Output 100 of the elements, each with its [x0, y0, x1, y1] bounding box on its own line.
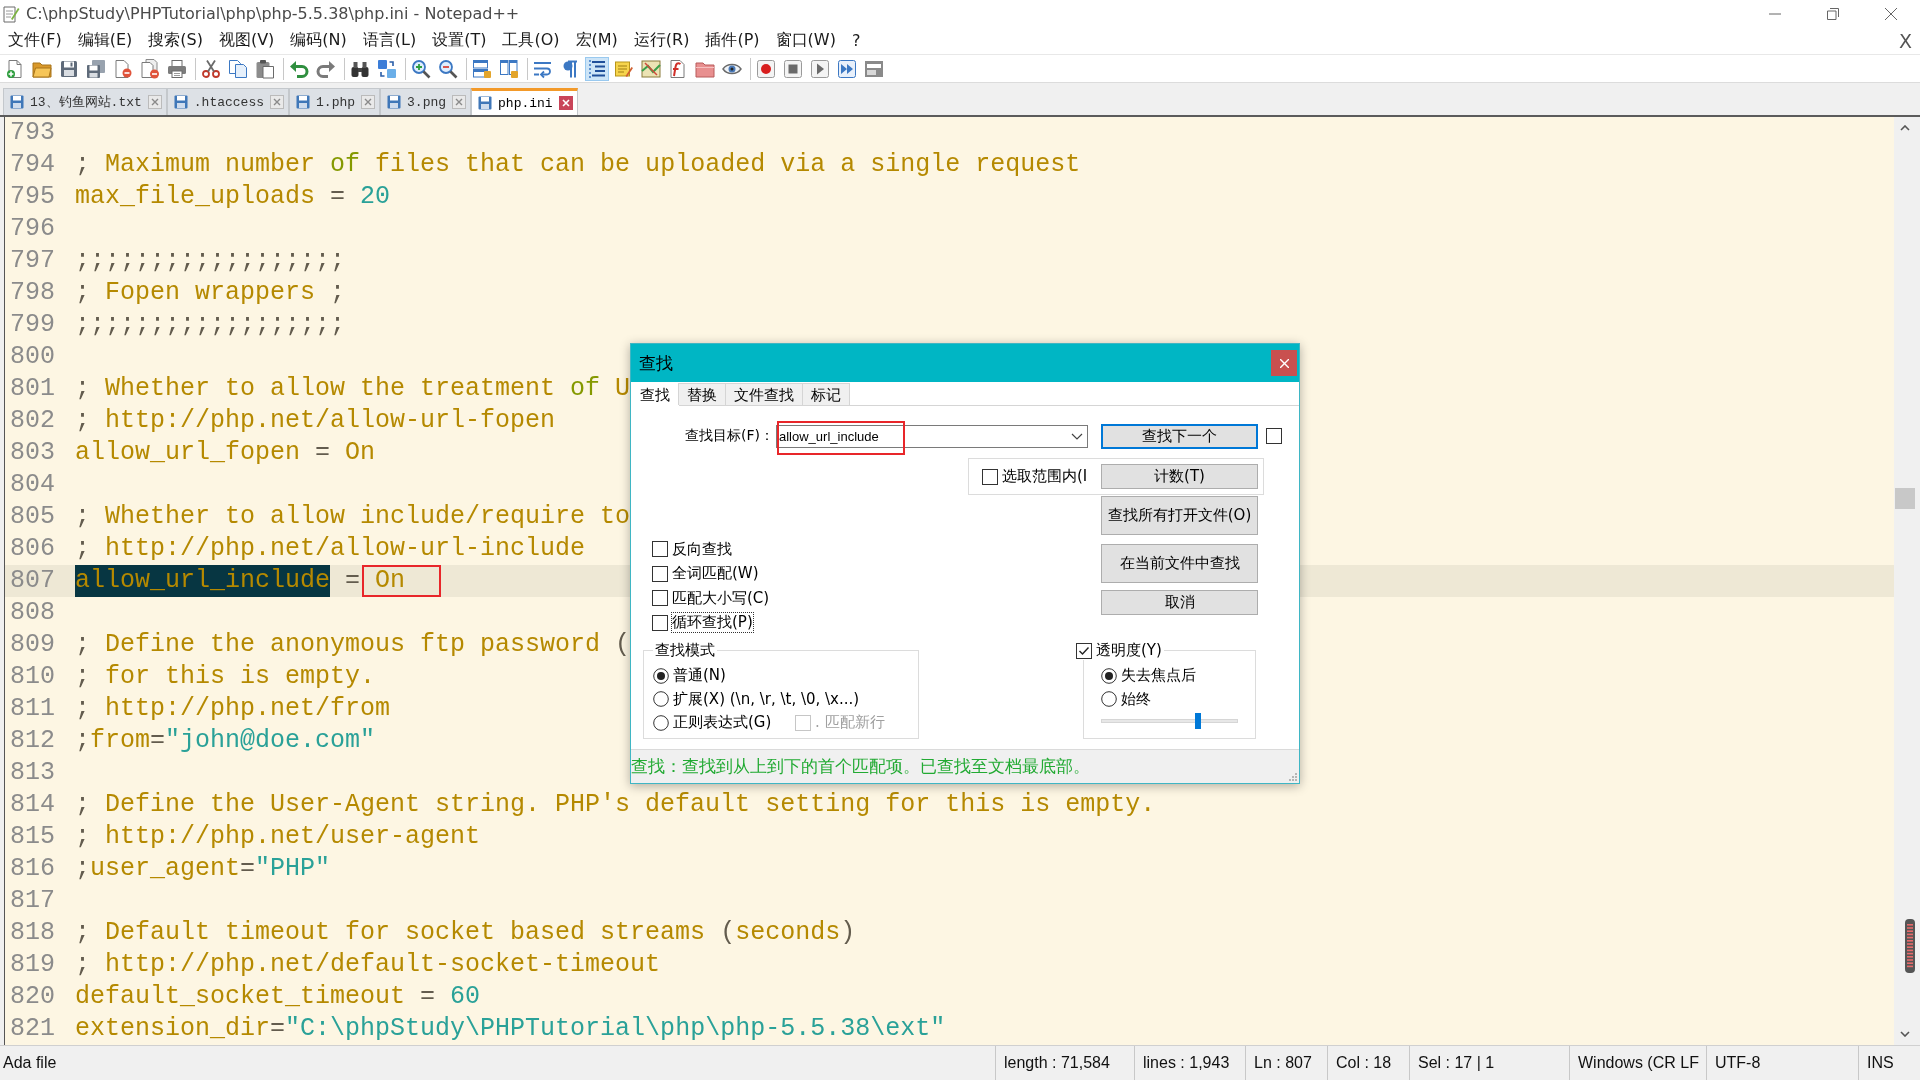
checkbox[interactable]: [652, 590, 668, 607]
menu-item[interactable]: 文件(F): [0, 28, 70, 53]
line-number: 811: [9, 693, 56, 725]
close-button[interactable]: [1271, 350, 1297, 376]
find-all-open-files-button[interactable]: 查找所有打开文件(O): [1101, 496, 1258, 535]
count-button[interactable]: 计数(T): [1101, 464, 1258, 489]
menu-item[interactable]: 插件(P): [697, 28, 768, 53]
checkbox[interactable]: [982, 468, 998, 485]
dialog-tab[interactable]: 文件查找: [725, 383, 803, 405]
radio-button[interactable]: [653, 714, 669, 731]
toolbar-button[interactable]: [585, 56, 609, 81]
checkbox[interactable]: [1266, 428, 1282, 444]
menu-item[interactable]: 设置(T): [424, 28, 495, 53]
file-tab[interactable]: 1.php: [289, 88, 381, 115]
radio-button[interactable]: [1101, 667, 1117, 684]
code-line: ;;;;;;;;;;;;;;;;;;: [75, 245, 346, 277]
checkbox[interactable]: [652, 541, 668, 558]
dialog-title: 查找: [639, 351, 673, 375]
dialog-tab[interactable]: 替换: [678, 383, 726, 405]
fast-forward-icon: [837, 58, 857, 79]
side-windows-icon: [499, 58, 519, 79]
line-number: 813: [9, 757, 56, 789]
status-text: lines : 1,943: [1143, 1054, 1230, 1072]
line-number: 806: [9, 533, 56, 565]
cancel-button[interactable]: 取消: [1101, 590, 1258, 615]
code-line: ; http://php.net/allow-url-fopen: [75, 405, 556, 437]
dialog-tab[interactable]: 查找: [631, 383, 679, 406]
line-number: 803: [9, 437, 56, 469]
status-text: UTF-8: [1715, 1054, 1761, 1072]
menu-item[interactable]: 语言(L): [354, 28, 425, 53]
menu-item[interactable]: 视图(V): [210, 28, 283, 53]
code-line: ; Default timeout for socket based streams (seconds): [75, 917, 856, 949]
chevron-down-icon[interactable]: [1071, 432, 1083, 440]
page-minus-icon: [113, 58, 133, 79]
status-text: Windows (CR LF: [1578, 1054, 1699, 1072]
resize-grip-icon[interactable]: [1287, 771, 1297, 781]
line-number: 809: [9, 629, 56, 661]
pages-minus-icon: [140, 58, 160, 79]
caret-down-icon[interactable]: [1900, 1031, 1910, 1037]
radio-button[interactable]: [1101, 691, 1117, 708]
find-in-current-file-button[interactable]: 在当前文件中查找: [1101, 544, 1258, 583]
menu-item[interactable]: 窗口(W): [767, 28, 844, 53]
option-label: 全词匹配(W): [672, 564, 759, 584]
code-line: ; Define the anonymous ftp password (: [75, 629, 631, 661]
code-line: ; http://php.net/allow-url-include: [75, 533, 586, 565]
radio-button[interactable]: [653, 667, 669, 684]
menu-item[interactable]: 运行(R): [625, 28, 698, 53]
stop-icon: [783, 58, 803, 79]
line-number: 795: [9, 181, 56, 213]
option-label: 正则表达式(G): [673, 713, 772, 733]
scroll-thumb[interactable]: [1895, 488, 1915, 509]
file-tab[interactable]: php.ini: [471, 88, 578, 115]
code-text: On: [375, 566, 406, 595]
close-icon[interactable]: [452, 95, 467, 109]
line-number: 821: [9, 1013, 56, 1045]
code-line: ; Define the User-Agent string. PHP's default setting for this is empty.: [75, 789, 1156, 821]
clipboard-icon: [255, 58, 275, 79]
line-number: 800: [9, 341, 56, 373]
option-label: 失去焦点后: [1121, 666, 1196, 686]
vertical-scrollbar[interactable]: [1894, 117, 1916, 1045]
option-label: 扩展(X) (\n, \r, \t, \0, \x...): [673, 689, 860, 709]
file-tab[interactable]: .htaccess: [166, 88, 290, 115]
line-number: 818: [9, 917, 56, 949]
slider-thumb[interactable]: [1194, 713, 1201, 729]
close-icon[interactable]: [147, 95, 162, 109]
code-text: =: [344, 565, 362, 597]
window-title: C:\phpStudy\PHPTutorial\php\php-5.5.38\php.ini - Notepad++: [26, 4, 520, 23]
menu-item[interactable]: 工具(O): [494, 28, 568, 53]
new-file-icon: [5, 58, 25, 79]
option-label: 反向查找: [672, 539, 732, 559]
close-icon[interactable]: [361, 95, 376, 109]
zoom-in-icon: [411, 58, 431, 79]
code-line: ; Whether to allow include/require to: [75, 501, 631, 533]
search-input[interactable]: allow_url_include: [776, 424, 1088, 448]
radio-button[interactable]: [653, 691, 669, 708]
code-line: ; http://php.net/default-socket-timeout: [75, 949, 661, 981]
file-tab[interactable]: 13、钓鱼网站.txt: [3, 88, 167, 115]
menu-item[interactable]: 搜索(S): [140, 28, 211, 53]
menu-item[interactable]: 编辑(E): [69, 28, 141, 53]
dialog-tab[interactable]: 标记: [802, 383, 850, 405]
checkbox[interactable]: [652, 565, 668, 582]
code-line: ;user_agent="PHP": [75, 853, 331, 885]
menu-item[interactable]: 宏(M): [567, 28, 626, 53]
group-title: 查找模式: [654, 641, 716, 660]
close-document-button[interactable]: X: [1896, 28, 1914, 53]
status-text: length : 71,584: [1004, 1054, 1110, 1072]
close-icon[interactable]: [558, 96, 573, 110]
caret-up-icon[interactable]: [1900, 125, 1910, 131]
code-line: allow_url_fopen = On: [75, 437, 376, 469]
menu-item[interactable]: 编码(N): [282, 28, 355, 53]
file-tab[interactable]: 3.png: [380, 88, 472, 115]
checkbox[interactable]: [1076, 642, 1092, 659]
find-next-button[interactable]: 查找下一个: [1101, 423, 1258, 449]
code-line: max_file_uploads = 20: [75, 181, 391, 213]
play-icon: [810, 58, 830, 79]
menu-item[interactable]: ?: [843, 28, 869, 53]
checkbox[interactable]: [652, 614, 668, 631]
close-icon[interactable]: [270, 95, 285, 109]
field-label: 查找目标(F)：: [685, 427, 774, 445]
line-number: 808: [9, 597, 56, 629]
